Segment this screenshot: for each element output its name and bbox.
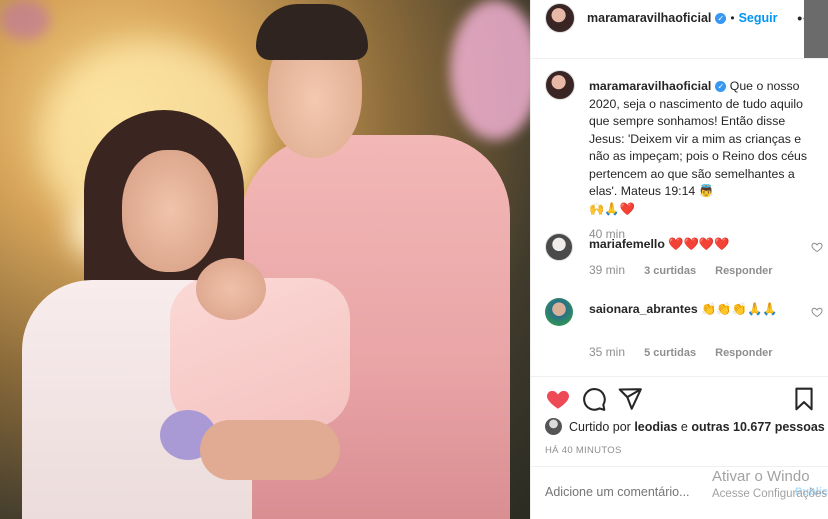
photo-flowers: [0, 0, 50, 40]
comment-time[interactable]: 35 min: [589, 345, 625, 359]
action-bar: [545, 386, 817, 414]
watermark-line-2: Acesse Configurações: [712, 488, 828, 500]
post-details-panel: maramaravilhaoficial ✓ • Seguir ••• mara…: [530, 0, 828, 519]
likes-summary: Curtido por leodias e outras 10.677 pess…: [545, 418, 825, 435]
verified-badge-icon: ✓: [715, 81, 727, 93]
liker-avatar[interactable]: [545, 418, 562, 435]
caption-username[interactable]: maramaravilhaoficial: [589, 79, 711, 93]
comment-bubble-icon[interactable]: [581, 386, 607, 412]
save-bookmark-icon[interactable]: [791, 386, 817, 412]
watermark-line-1: Ativar o Windo: [712, 468, 810, 485]
commenter-username[interactable]: mariafemello: [589, 237, 665, 251]
windows-activation-watermark: Ativar o Windo Acesse Configurações: [712, 468, 827, 500]
header-separator: •: [730, 11, 735, 25]
reply-button[interactable]: Responder: [715, 265, 772, 277]
liked-heart-icon[interactable]: [545, 386, 571, 412]
verified-badge-icon: ✓: [715, 12, 727, 24]
photo-baby-face: [196, 258, 266, 320]
author-username[interactable]: maramaravilhaoficial: [587, 11, 711, 25]
photo-flowers: [450, 0, 530, 140]
reply-button[interactable]: Responder: [715, 347, 772, 359]
comment-likes-count[interactable]: 3 curtidas: [644, 265, 696, 277]
comment-meta: 39 min 3 curtidas Responder: [589, 263, 773, 277]
header-divider: [531, 58, 828, 59]
commenter-avatar[interactable]: [545, 298, 573, 326]
comment-body: ❤️❤️❤️❤️: [668, 237, 730, 251]
comment-time[interactable]: 39 min: [589, 263, 625, 277]
author-avatar[interactable]: [545, 3, 575, 33]
caption-emojis: 🙌🙏❤️: [589, 201, 635, 216]
post-timestamp[interactable]: HÁ 40 MINUTOS: [545, 445, 622, 456]
comment-text-block: mariafemello ❤️❤️❤️❤️: [589, 236, 785, 253]
like-comment-heart-icon[interactable]: [811, 306, 823, 318]
caption-body: Que o nosso 2020, seja o nascimento de t…: [589, 79, 808, 198]
commenter-username[interactable]: saionara_abrantes: [589, 302, 698, 316]
share-paper-plane-icon[interactable]: [617, 386, 643, 412]
actions-divider: [531, 376, 828, 377]
post-photo[interactable]: [0, 0, 530, 519]
photo-man-hair: [256, 4, 368, 60]
liker-username[interactable]: leodias: [634, 420, 677, 434]
post-header: maramaravilhaoficial ✓ • Seguir •••: [531, 0, 828, 36]
follow-button[interactable]: Seguir: [739, 11, 778, 25]
comment-text-block: saionara_abrantes 👏👏👏🙏🙏: [589, 301, 785, 318]
next-post-thumbnail-edge[interactable]: [804, 0, 828, 58]
caption-text-block: maramaravilhaoficial ✓ Que o nosso 2020, …: [589, 78, 817, 244]
likes-conjunction: e: [680, 419, 688, 434]
likes-prefix: Curtido por: [569, 419, 631, 434]
commenter-avatar[interactable]: [545, 233, 573, 261]
comment-likes-count[interactable]: 5 curtidas: [644, 347, 696, 359]
photo-woman-face: [122, 150, 218, 272]
caption-author-avatar[interactable]: [545, 70, 575, 100]
comment-body: 👏👏👏🙏🙏: [701, 302, 778, 316]
comment-meta: 35 min 5 curtidas Responder: [589, 345, 773, 359]
like-comment-heart-icon[interactable]: [811, 241, 823, 253]
comment-input[interactable]: [545, 481, 715, 503]
photo-hands: [200, 420, 340, 480]
likes-others-count[interactable]: outras 10.677 pessoas: [691, 420, 824, 434]
